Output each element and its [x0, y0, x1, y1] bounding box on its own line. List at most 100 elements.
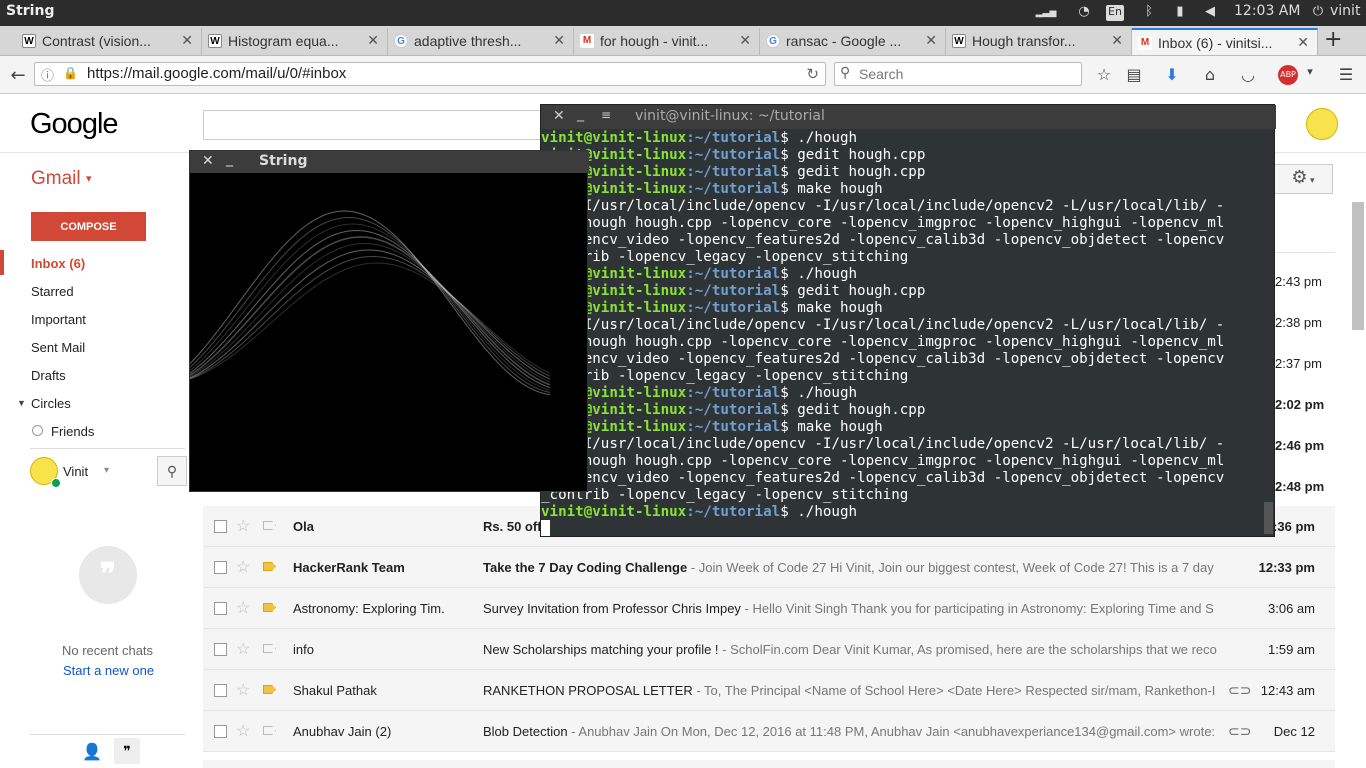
home-icon[interactable]: ⌂: [1200, 65, 1220, 85]
hidden-row-date: 2:38 pm: [1275, 315, 1322, 330]
info-icon[interactable]: ⓘ: [41, 65, 54, 84]
terminal-line: vinit@vinit-linux:~/tutorial$ ./hough: [541, 504, 1263, 521]
tab-hough-transform[interactable]: W Hough transfor... ✕: [946, 28, 1132, 55]
importance-marker-icon[interactable]: [263, 562, 276, 571]
minimize-icon[interactable]: _: [226, 151, 233, 167]
expand-arrow-icon[interactable]: ▼: [17, 398, 26, 408]
row-checkbox[interactable]: [214, 520, 227, 533]
volume-icon[interactable]: ◀: [1202, 4, 1218, 20]
chevron-down-icon[interactable]: ▾: [1300, 65, 1320, 85]
reading-list-icon[interactable]: ▤: [1124, 65, 1144, 85]
star-icon[interactable]: ☆: [236, 721, 250, 741]
importance-marker-icon[interactable]: [263, 644, 276, 653]
table-row[interactable]: ☆ Astronomy: Exploring Tim. Survey Invitat…: [203, 588, 1335, 629]
gmail-label[interactable]: Gmail: [31, 168, 81, 190]
output-text: g -o hough hough.cpp -lopencv_core -lope…: [541, 453, 1225, 469]
new-tab-icon[interactable]: +: [1324, 27, 1342, 52]
star-icon[interactable]: ☆: [236, 516, 250, 536]
importance-marker-icon[interactable]: [263, 726, 276, 735]
string-window[interactable]: ✕ _ String: [189, 150, 589, 492]
tab-for-hough[interactable]: Mfor hough - vinit... ✕: [574, 28, 760, 55]
table-row[interactable]: ☆ Shakul Pathak RANKETHON PROPOSAL LETTER …: [203, 670, 1335, 711]
command-text: $ make hough: [780, 181, 883, 197]
tab-inbox[interactable]: M Inbox (6) - vinitsi... ✕: [1132, 28, 1318, 55]
download-icon[interactable]: ⬇: [1162, 65, 1182, 85]
chevron-down-icon[interactable]: ▾: [86, 172, 92, 185]
close-tab-icon[interactable]: ✕: [367, 32, 379, 49]
row-checkbox[interactable]: [214, 561, 227, 574]
menu-icon[interactable]: ☰: [1336, 65, 1356, 85]
adblock-icon[interactable]: ABP: [1278, 65, 1298, 85]
nav-friends[interactable]: Friends: [51, 424, 94, 439]
close-tab-icon[interactable]: ✕: [181, 32, 193, 49]
star-icon[interactable]: ☆: [236, 639, 250, 659]
row-checkbox[interactable]: [214, 684, 227, 697]
star-icon[interactable]: ☆: [236, 598, 250, 618]
tab-histogram[interactable]: W Histogram equa... ✕: [202, 28, 388, 55]
hangouts-icon[interactable]: ❞: [114, 738, 140, 764]
google-logo[interactable]: Google: [30, 108, 119, 141]
nav-inbox[interactable]: Inbox (6): [31, 256, 85, 271]
tab-ransac[interactable]: Gransac - Google ... ✕: [760, 28, 946, 55]
terminal-output[interactable]: vinit@vinit-linux:~/tutorial$ ./hough vin…: [541, 130, 1263, 536]
nav-circles[interactable]: Circles: [31, 396, 71, 411]
gmail-search-input[interactable]: [203, 110, 543, 140]
pocket-icon[interactable]: ◡: [1238, 65, 1258, 85]
back-arrow-icon[interactable]: ←: [8, 65, 28, 86]
close-tab-icon[interactable]: ✕: [925, 32, 937, 49]
table-row[interactable]: ☆ info New Scholarships matching your prof…: [203, 629, 1335, 670]
importance-marker-icon[interactable]: [263, 603, 276, 612]
nav-drafts[interactable]: Drafts: [31, 368, 66, 383]
user-name[interactable]: vinit: [1330, 3, 1360, 19]
tab-adaptive-threshold[interactable]: Gadaptive thresh... ✕: [388, 28, 574, 55]
bookmark-star-icon[interactable]: ☆: [1094, 65, 1114, 85]
tab-contrast[interactable]: W Contrast (vision... ✕: [16, 28, 202, 55]
star-icon[interactable]: ☆: [236, 557, 250, 577]
maximize-icon[interactable]: ≡: [601, 108, 611, 122]
row-checkbox[interactable]: [214, 725, 227, 738]
battery-icon[interactable]: ▮: [1172, 4, 1188, 20]
row-checkbox[interactable]: [214, 643, 227, 656]
address-bar[interactable]: ⓘ 🔒 https://mail.google.com/mail/u/0/#in…: [34, 62, 826, 86]
importance-marker-icon[interactable]: [263, 521, 276, 530]
reload-icon[interactable]: ↻: [806, 65, 819, 83]
minimize-icon[interactable]: _: [577, 106, 584, 122]
close-icon[interactable]: ✕: [202, 153, 214, 169]
close-tab-icon[interactable]: ✕: [739, 32, 751, 49]
table-row[interactable]: ☆ HackerRank Team Take the 7 Day Coding Ch…: [203, 547, 1335, 588]
start-new-chat-link[interactable]: Start a new one: [63, 663, 154, 678]
string-window-titlebar[interactable]: ✕ _ String: [190, 151, 589, 173]
row-snippet: - ScholFin.com Dear Vinit Kumar, As prom…: [718, 642, 1217, 657]
power-icon[interactable]: ⏻: [1310, 4, 1326, 20]
terminal-window[interactable]: ✕ _ ≡ vinit@vinit-linux: ~/tutorial vini…: [540, 104, 1276, 537]
nav-important[interactable]: Important: [31, 312, 86, 327]
hangouts-quote-icon: ❞: [79, 546, 137, 604]
nav-sent-mail[interactable]: Sent Mail: [31, 340, 85, 355]
close-tab-icon[interactable]: ✕: [1111, 32, 1123, 49]
network-speed-icon[interactable]: ▂▃▅: [1026, 8, 1066, 24]
scrollbar-thumb[interactable]: [1352, 202, 1364, 330]
compose-button[interactable]: COMPOSE: [31, 212, 146, 241]
settings-button[interactable]: ⚙ ▾: [1273, 164, 1333, 194]
close-tab-icon[interactable]: ✕: [1297, 34, 1309, 51]
contacts-person-icon[interactable]: 👤: [82, 742, 102, 762]
nav-starred[interactable]: Starred: [31, 284, 74, 299]
keyboard-layout[interactable]: En: [1106, 5, 1124, 21]
star-icon[interactable]: ☆: [236, 680, 250, 700]
importance-marker-icon[interactable]: [263, 685, 276, 694]
close-tab-icon[interactable]: ✕: [553, 32, 565, 49]
bluetooth-icon[interactable]: ᛒ: [1141, 4, 1157, 20]
search-field[interactable]: ⚲ Search: [834, 62, 1082, 86]
row-checkbox[interactable]: [214, 602, 227, 615]
chat-user-name[interactable]: Vinit: [63, 464, 88, 479]
account-avatar[interactable]: [1306, 108, 1338, 140]
terminal-titlebar[interactable]: ✕ _ ≡ vinit@vinit-linux: ~/tutorial: [541, 105, 1276, 129]
terminal-scrollbar-thumb[interactable]: [1264, 502, 1273, 534]
close-icon[interactable]: ✕: [553, 108, 565, 124]
wifi-icon[interactable]: ◔: [1076, 4, 1092, 20]
table-row[interactable]: ☆ Anubhav Jain (2) Blob Detection - Anubha…: [203, 711, 1335, 752]
terminal-scrollbar[interactable]: [1263, 130, 1274, 536]
search-people-button[interactable]: ⚲: [157, 456, 187, 486]
clock[interactable]: 12:03 AM: [1234, 3, 1300, 19]
chevron-down-icon[interactable]: ▾: [104, 465, 109, 476]
